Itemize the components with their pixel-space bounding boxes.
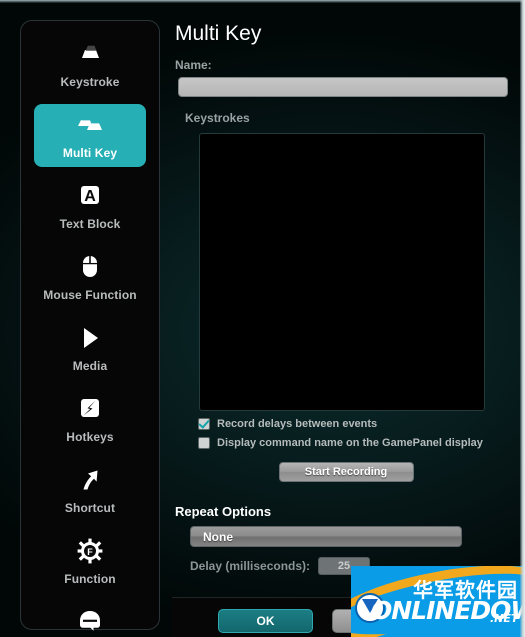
lightning-bolt-icon — [34, 396, 146, 426]
sidebar-item-keystroke[interactable]: Keystroke — [34, 33, 146, 96]
name-label: Name: — [175, 58, 212, 72]
option-record-delays[interactable]: Record delays between events — [198, 418, 520, 430]
sidebar: Keystroke Multi Key A Text Block Mouse F… — [20, 20, 160, 631]
sidebar-item-label: Mouse Function — [43, 288, 137, 302]
play-triangle-icon — [34, 325, 146, 355]
headset-icon — [34, 609, 146, 637]
repeat-mode-value: None — [203, 529, 233, 544]
sidebar-item-mouse-function[interactable]: Mouse Function — [34, 246, 146, 309]
sidebar-item-shortcut[interactable]: Shortcut — [34, 459, 146, 522]
option-label: Record delays between events — [217, 418, 378, 430]
record-delays-checkbox[interactable] — [198, 418, 210, 430]
sidebar-item-function[interactable]: F Function — [34, 530, 146, 593]
option-display-command-name[interactable]: Display command name on the GamePanel di… — [198, 437, 520, 449]
sidebar-item-label: Function — [64, 572, 116, 586]
svg-text:F: F — [87, 547, 93, 557]
watermark-tld-text: .NET — [490, 612, 519, 625]
sidebar-item-hotkeys[interactable]: Hotkeys — [34, 388, 146, 451]
svg-text:A: A — [84, 188, 96, 205]
sidebar-item-label: Keystroke — [60, 75, 120, 89]
page-title: Multi Key — [175, 22, 262, 45]
name-input[interactable] — [178, 77, 508, 97]
main-panel: Multi Key Name: Keystrokes Record delays… — [172, 0, 520, 637]
keystrokes-list[interactable] — [199, 133, 485, 411]
sidebar-item-ventrilo[interactable]: Ventrilo — [34, 601, 146, 637]
sidebar-item-label: Hotkeys — [66, 430, 114, 444]
repeat-mode-select[interactable]: None — [190, 526, 462, 547]
option-label: Display command name on the GamePanel di… — [217, 437, 483, 449]
letter-a-icon: A — [34, 183, 146, 213]
sidebar-item-multi-key[interactable]: Multi Key — [34, 104, 146, 167]
sidebar-item-label: Shortcut — [64, 501, 116, 515]
sidebar-item-media[interactable]: Media — [34, 317, 146, 380]
sidebar-item-label: Multi Key — [62, 146, 118, 160]
sidebar-item-label: Media — [72, 359, 108, 373]
start-recording-button[interactable]: Start Recording — [278, 462, 414, 482]
mouse-icon — [34, 254, 146, 284]
application-window: Keystroke Multi Key A Text Block Mouse F… — [0, 0, 525, 637]
keystrokes-label: Keystrokes — [185, 111, 250, 125]
display-command-name-checkbox[interactable] — [198, 437, 210, 449]
sidebar-item-label: Text Block — [59, 217, 121, 231]
repeat-options-title: Repeat Options — [175, 504, 272, 519]
ok-button[interactable]: OK — [218, 609, 313, 633]
multi-keycap-icon — [34, 112, 146, 142]
delay-label: Delay (milliseconds): — [190, 559, 311, 573]
gear-f-icon: F — [34, 538, 146, 568]
keycap-icon — [34, 41, 146, 71]
watermark-overlay: 华军软件园 ONLINEDOWN .NET — [351, 566, 525, 637]
arrow-up-right-icon — [34, 467, 146, 497]
sidebar-item-text-block[interactable]: A Text Block — [34, 175, 146, 238]
